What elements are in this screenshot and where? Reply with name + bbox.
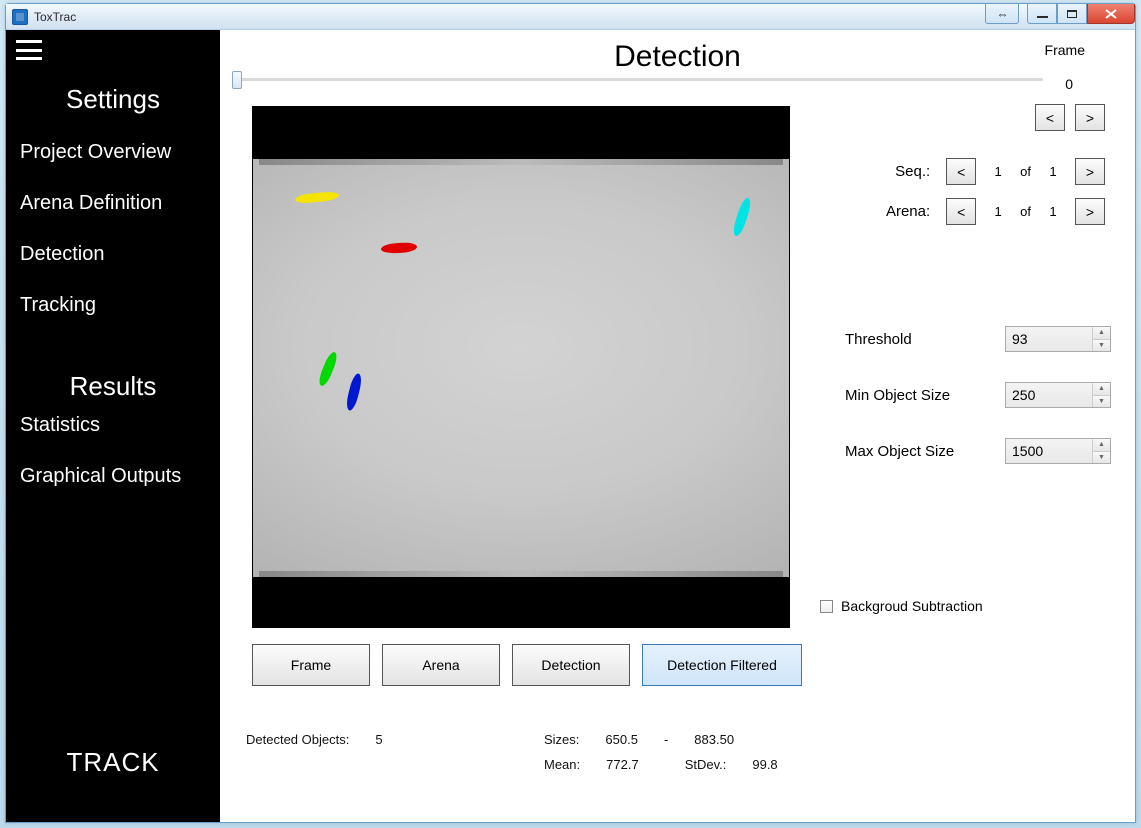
window-maximize-button[interactable] (1057, 4, 1087, 24)
page-title: Detection (220, 30, 1135, 78)
tab-detection-filtered[interactable]: Detection Filtered (642, 644, 802, 686)
sidebar-item-arena-definition[interactable]: Arena Definition (6, 178, 220, 229)
max-obj-row: Max Object Size 1500 ▲▼ (845, 438, 1111, 464)
arena-total: 1 (1047, 204, 1059, 219)
sidebar: Settings Project Overview Arena Definiti… (6, 30, 220, 822)
frame-next-button[interactable]: > (1075, 104, 1105, 131)
app-title: ToxTrac (34, 10, 76, 24)
seq-prev-button[interactable]: < (946, 158, 976, 185)
detected-objects-label: Detected Objects: (246, 732, 349, 747)
min-obj-up-icon[interactable]: ▲ (1093, 383, 1110, 396)
seq-of: of (1020, 164, 1031, 179)
video-frame (253, 159, 789, 577)
arena-label: Arena: (874, 203, 930, 220)
stdev-value: 99.8 (752, 757, 777, 772)
threshold-spinner[interactable]: 93 ▲▼ (1005, 326, 1111, 352)
titlebar: ToxTrac ⇔ (6, 4, 1135, 30)
sidebar-section-settings: Settings (6, 64, 220, 127)
detected-blob-red (381, 242, 418, 254)
view-tabs: Frame Arena Detection Detection Filtered (252, 644, 802, 686)
size-max: 883.50 (694, 732, 734, 747)
max-obj-up-icon[interactable]: ▲ (1093, 439, 1110, 452)
threshold-up-icon[interactable]: ▲ (1093, 327, 1110, 340)
app-icon (12, 9, 28, 25)
threshold-row: Threshold 93 ▲▼ (845, 326, 1111, 352)
detected-blob-blue (345, 372, 364, 411)
seq-current: 1 (992, 164, 1004, 179)
frame-value: 0 (1065, 76, 1073, 92)
window-close-button[interactable] (1087, 4, 1135, 24)
arena-prev-button[interactable]: < (946, 198, 976, 225)
arena-current: 1 (992, 204, 1004, 219)
size-min: 650.5 (605, 732, 638, 747)
sizes-label: Sizes: (544, 732, 579, 747)
frame-slider[interactable] (232, 78, 1043, 81)
seq-total: 1 (1047, 164, 1059, 179)
arena-next-button[interactable]: > (1075, 198, 1105, 225)
tab-arena[interactable]: Arena (382, 644, 500, 686)
sidebar-section-results: Results (6, 331, 220, 414)
detected-blob-cyan (731, 196, 753, 237)
min-obj-spinner[interactable]: 250 ▲▼ (1005, 382, 1111, 408)
size-dash: - (664, 732, 668, 747)
threshold-label: Threshold (845, 331, 1005, 348)
min-obj-label: Min Object Size (845, 387, 1005, 404)
window-expand-button[interactable]: ⇔ (985, 4, 1019, 24)
mean-label: Mean: (544, 757, 580, 772)
sidebar-item-project-overview[interactable]: Project Overview (6, 127, 220, 178)
detected-blob-yellow (295, 191, 340, 205)
hamburger-icon[interactable] (16, 40, 42, 60)
window-minimize-button[interactable] (1027, 4, 1057, 24)
max-obj-spinner[interactable]: 1500 ▲▼ (1005, 438, 1111, 464)
seq-label: Seq.: (874, 163, 930, 180)
bg-subtraction-checkbox[interactable] (820, 600, 833, 613)
detected-blob-green (317, 350, 340, 387)
bg-subtraction-label: Backgroud Subtraction (841, 598, 983, 614)
tab-detection[interactable]: Detection (512, 644, 630, 686)
threshold-down-icon[interactable]: ▼ (1093, 340, 1110, 352)
seq-next-button[interactable]: > (1075, 158, 1105, 185)
sidebar-item-graphical-outputs[interactable]: Graphical Outputs (6, 451, 220, 502)
min-obj-row: Min Object Size 250 ▲▼ (845, 382, 1111, 408)
main-panel: Detection Frame 0 < > Seq.: < 1 of 1 > A… (220, 30, 1135, 822)
frame-prev-button[interactable]: < (1035, 104, 1065, 131)
detected-objects-value: 5 (375, 732, 382, 747)
sidebar-item-tracking[interactable]: Tracking (6, 280, 220, 331)
sidebar-item-detection[interactable]: Detection (6, 229, 220, 280)
track-button[interactable]: TRACK (6, 717, 220, 822)
frame-slider-thumb[interactable] (232, 71, 242, 89)
video-viewport (252, 106, 790, 628)
max-obj-label: Max Object Size (845, 443, 1005, 460)
arena-navigator: Arena: < 1 of 1 > (874, 198, 1105, 225)
min-obj-down-icon[interactable]: ▼ (1093, 396, 1110, 408)
max-obj-down-icon[interactable]: ▼ (1093, 452, 1110, 464)
arena-of: of (1020, 204, 1031, 219)
app-window: ToxTrac ⇔ Settings Project Overview Aren… (5, 3, 1136, 823)
bg-subtraction-row: Backgroud Subtraction (820, 598, 983, 614)
frame-label: Frame (1045, 42, 1085, 58)
mean-value: 772.7 (606, 757, 639, 772)
tab-frame[interactable]: Frame (252, 644, 370, 686)
stats-panel: Detected Objects: 5 Sizes: 650.5 - 883.5… (246, 732, 1115, 772)
stdev-label: StDev.: (685, 757, 727, 772)
seq-navigator: Seq.: < 1 of 1 > (874, 158, 1105, 185)
sidebar-item-statistics[interactable]: Statistics (6, 414, 220, 451)
